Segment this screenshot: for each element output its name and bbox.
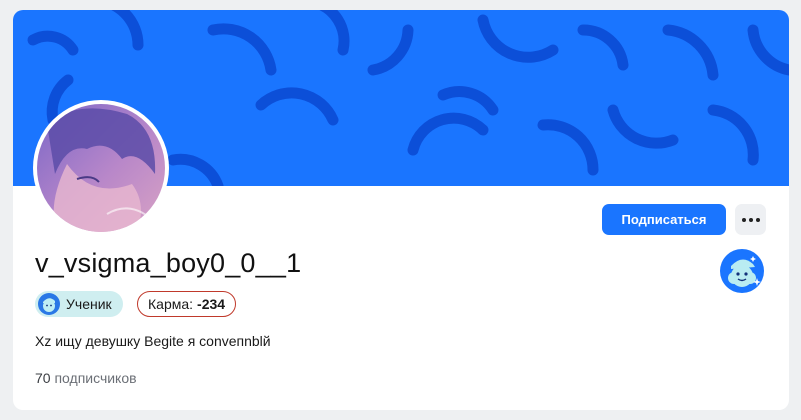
more-options-button[interactable] bbox=[735, 204, 766, 235]
profile-bio: Xz ищу девушку Begite я conveпnblй bbox=[35, 333, 271, 349]
profile-card: Подписаться v_vsigma_boy0_0__1 Ученик Ка… bbox=[13, 10, 789, 410]
student-icon bbox=[38, 293, 60, 315]
karma-badge[interactable]: Карма: -234 bbox=[137, 291, 237, 317]
avatar[interactable] bbox=[33, 100, 169, 236]
followers-count: 70 bbox=[35, 370, 51, 386]
followers-label: подписчиков bbox=[54, 370, 137, 386]
followers-link[interactable]: 70 подписчиков bbox=[35, 370, 137, 386]
role-badge[interactable]: Ученик bbox=[35, 291, 123, 317]
username: v_vsigma_boy0_0__1 bbox=[35, 248, 302, 278]
role-label: Ученик bbox=[66, 296, 112, 312]
mascot-badge-icon[interactable] bbox=[719, 248, 765, 294]
subscribe-button[interactable]: Подписаться bbox=[602, 204, 726, 235]
karma-value: -234 bbox=[197, 296, 226, 312]
more-dots-icon bbox=[741, 218, 746, 223]
avatar-image bbox=[37, 104, 165, 232]
karma-label: Карма: bbox=[148, 296, 194, 312]
